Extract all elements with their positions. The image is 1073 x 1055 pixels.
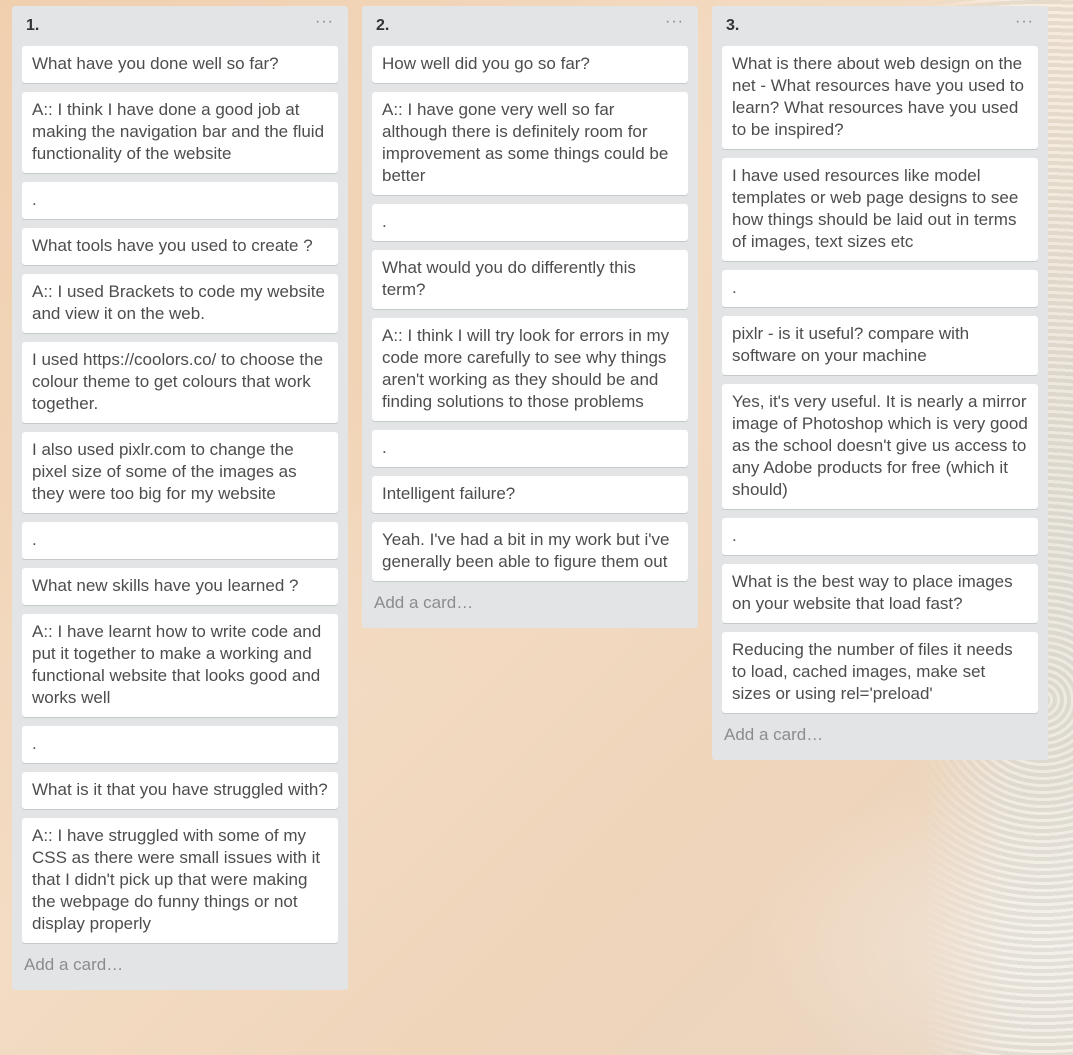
- card[interactable]: What is it that you have struggled with?: [22, 772, 338, 809]
- list-header: 2. ···: [372, 6, 688, 46]
- card[interactable]: What new skills have you learned ?: [22, 568, 338, 605]
- card-list: What is there about web design on the ne…: [722, 46, 1038, 722]
- card[interactable]: A:: I think I will try look for errors i…: [372, 318, 688, 421]
- card[interactable]: Yeah. I've had a bit in my work but i've…: [372, 522, 688, 581]
- board: 1. ··· What have you done well so far? A…: [0, 0, 1073, 1055]
- add-card-button[interactable]: Add a card…: [372, 590, 688, 628]
- card[interactable]: I have used resources like model templat…: [722, 158, 1038, 261]
- card[interactable]: A:: I have gone very well so far althoug…: [372, 92, 688, 195]
- add-card-button[interactable]: Add a card…: [722, 722, 1038, 760]
- card[interactable]: I also used pixlr.com to change the pixe…: [22, 432, 338, 513]
- card[interactable]: A:: I have struggled with some of my CSS…: [22, 818, 338, 943]
- card[interactable]: Intelligent failure?: [372, 476, 688, 513]
- list-header: 3. ···: [722, 6, 1038, 46]
- card[interactable]: .: [22, 182, 338, 219]
- card[interactable]: .: [22, 726, 338, 763]
- card[interactable]: Reducing the number of files it needs to…: [722, 632, 1038, 713]
- card[interactable]: What is the best way to place images on …: [722, 564, 1038, 623]
- card-list: How well did you go so far? A:: I have g…: [372, 46, 688, 590]
- card[interactable]: .: [372, 430, 688, 467]
- card[interactable]: Yes, it's very useful. It is nearly a mi…: [722, 384, 1038, 509]
- card[interactable]: What would you do differently this term?: [372, 250, 688, 309]
- card[interactable]: pixlr - is it useful? compare with softw…: [722, 316, 1038, 375]
- card[interactable]: .: [22, 522, 338, 559]
- list-2: 2. ··· How well did you go so far? A:: I…: [362, 6, 698, 628]
- list-header: 1. ···: [22, 6, 338, 46]
- list-menu-icon[interactable]: ···: [315, 13, 334, 31]
- add-card-button[interactable]: Add a card…: [22, 952, 338, 990]
- list-1: 1. ··· What have you done well so far? A…: [12, 6, 348, 990]
- card[interactable]: What is there about web design on the ne…: [722, 46, 1038, 149]
- list-title[interactable]: 3.: [726, 17, 739, 35]
- card[interactable]: I used https://coolors.co/ to choose the…: [22, 342, 338, 423]
- list-title[interactable]: 1.: [26, 17, 39, 35]
- card[interactable]: A:: I think I have done a good job at ma…: [22, 92, 338, 173]
- card[interactable]: A:: I used Brackets to code my website a…: [22, 274, 338, 333]
- list-title[interactable]: 2.: [376, 17, 389, 35]
- card[interactable]: .: [722, 518, 1038, 555]
- card[interactable]: .: [722, 270, 1038, 307]
- card[interactable]: What have you done well so far?: [22, 46, 338, 83]
- list-menu-icon[interactable]: ···: [665, 13, 684, 31]
- card[interactable]: How well did you go so far?: [372, 46, 688, 83]
- card[interactable]: A:: I have learnt how to write code and …: [22, 614, 338, 717]
- card[interactable]: .: [372, 204, 688, 241]
- list-menu-icon[interactable]: ···: [1015, 13, 1034, 31]
- card-list: What have you done well so far? A:: I th…: [22, 46, 338, 952]
- card[interactable]: What tools have you used to create ?: [22, 228, 338, 265]
- list-3: 3. ··· What is there about web design on…: [712, 6, 1048, 760]
